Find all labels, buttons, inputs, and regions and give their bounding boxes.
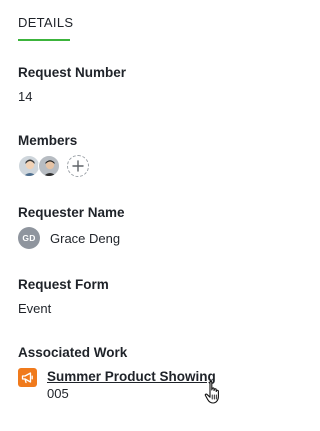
hand-pointer-icon bbox=[204, 380, 224, 411]
requester[interactable]: GD Grace Deng bbox=[18, 227, 125, 249]
add-member-button[interactable] bbox=[67, 155, 89, 177]
megaphone-icon bbox=[18, 368, 37, 387]
request-number-section: Request Number 14 bbox=[18, 64, 126, 106]
requester-name-label: Requester Name bbox=[18, 205, 125, 220]
associated-work-label: Associated Work bbox=[18, 345, 128, 360]
details-tab-label: DETAILS bbox=[18, 15, 74, 30]
plus-icon bbox=[72, 160, 84, 172]
members-label: Members bbox=[18, 133, 78, 148]
active-tab-indicator bbox=[18, 39, 70, 41]
details-tab[interactable]: DETAILS bbox=[18, 14, 73, 41]
associated-work-section: Associated Work Summer Product Showing 0… bbox=[18, 344, 216, 403]
members-list bbox=[18, 155, 89, 177]
request-number-label: Request Number bbox=[18, 65, 127, 80]
requester-avatar: GD bbox=[18, 227, 40, 249]
request-number-value: 14 bbox=[18, 89, 33, 104]
members-section: Members bbox=[18, 132, 89, 177]
avatar[interactable] bbox=[38, 155, 60, 177]
request-form-label: Request Form bbox=[18, 277, 109, 292]
request-form-section: Request Form Event bbox=[18, 276, 109, 318]
requester-name-value: Grace Deng bbox=[50, 230, 121, 246]
avatar[interactable] bbox=[18, 155, 40, 177]
associated-work-item[interactable]: Summer Product Showing 005 bbox=[18, 368, 216, 403]
associated-work-id: 005 bbox=[47, 386, 69, 401]
request-form-value: Event bbox=[18, 301, 52, 316]
associated-work-link[interactable]: Summer Product Showing bbox=[47, 368, 216, 385]
requester-section: Requester Name GD Grace Deng bbox=[18, 204, 125, 249]
